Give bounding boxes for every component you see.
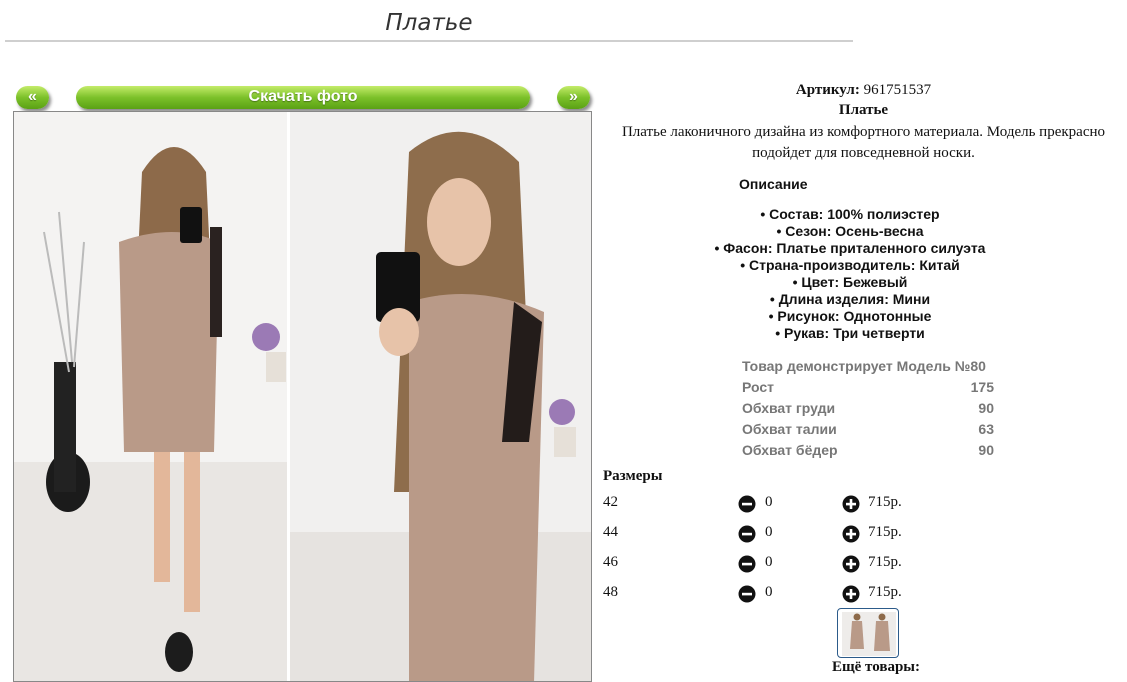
property-item: • Фасон: Платье приталенного силуэта xyxy=(714,240,986,256)
model-measurements: Товар демонстрирует Модель №80 Рост 175 … xyxy=(742,358,994,463)
model-row-label: Обхват груди xyxy=(742,400,836,416)
model-row-label: Рост xyxy=(742,379,774,395)
minus-circle-icon[interactable] xyxy=(738,555,756,573)
size-row: 44 0 715р. xyxy=(603,524,933,544)
product-photo[interactable] xyxy=(13,111,592,682)
property-item: • Длина изделия: Мини xyxy=(769,291,931,307)
product-name: Платье xyxy=(838,102,889,118)
model-row-label: Обхват талии xyxy=(742,421,837,437)
thumbnail-image xyxy=(842,612,896,656)
model-row-value: 175 xyxy=(970,379,994,395)
sizes-title: Размеры xyxy=(603,468,663,484)
property-item: • Рукав: Три четверти xyxy=(775,325,925,341)
price-value: 715р. xyxy=(868,584,902,600)
model-row-value: 63 xyxy=(978,421,994,437)
property-item: • Рисунок: Однотонные xyxy=(768,308,932,324)
model-row: Рост 175 xyxy=(742,379,994,400)
size-row: 42 0 715р. xyxy=(603,494,933,514)
plus-circle-icon[interactable] xyxy=(842,495,860,513)
properties-heading: Описание xyxy=(739,176,808,192)
product-description: Платье лаконичного дизайна из комфортног… xyxy=(621,124,1106,161)
model-row-value: 90 xyxy=(978,400,994,416)
quantity-value[interactable]: 0 xyxy=(765,554,773,571)
plus-circle-icon[interactable] xyxy=(842,525,860,543)
page-title: Платье xyxy=(5,8,853,42)
model-row: Обхват талии 63 xyxy=(742,421,994,442)
properties-list: • Состав: 100% полиэстер • Сезон: Осень-… xyxy=(630,206,1070,342)
minus-circle-icon[interactable] xyxy=(738,525,756,543)
more-goods-heading: Ещё товары: xyxy=(831,659,921,675)
article-value: 961751537 xyxy=(863,82,932,98)
quantity-value[interactable]: 0 xyxy=(765,524,773,541)
price-value: 715р. xyxy=(868,524,902,540)
model-heading: Товар демонстрирует Модель №80 xyxy=(742,358,986,374)
size-label: 42 xyxy=(603,494,618,510)
model-row-value: 90 xyxy=(978,442,994,458)
size-row: 46 0 715р. xyxy=(603,554,933,574)
prev-photo-button[interactable]: « xyxy=(16,86,49,109)
product-thumbnail[interactable] xyxy=(837,608,899,658)
quantity-value[interactable]: 0 xyxy=(765,494,773,511)
size-label: 44 xyxy=(603,524,618,540)
model-row: Обхват груди 90 xyxy=(742,400,994,421)
price-value: 715р. xyxy=(868,554,902,570)
article-label: Артикул: xyxy=(795,82,860,98)
property-item: • Сезон: Осень-весна xyxy=(776,223,924,239)
size-row: 48 0 715р. xyxy=(603,584,933,604)
size-label: 48 xyxy=(603,584,618,600)
property-item: • Состав: 100% полиэстер xyxy=(760,206,940,222)
product-photo-image xyxy=(14,112,591,681)
quantity-value[interactable]: 0 xyxy=(765,584,773,601)
next-photo-button[interactable]: » xyxy=(557,86,590,109)
model-row: Обхват бёдер 90 xyxy=(742,442,994,463)
property-item: • Страна-производитель: Китай xyxy=(740,257,960,273)
minus-circle-icon[interactable] xyxy=(738,585,756,603)
size-label: 46 xyxy=(603,554,618,570)
minus-circle-icon[interactable] xyxy=(738,495,756,513)
plus-circle-icon[interactable] xyxy=(842,585,860,603)
article-line: Артикул: 961751537 xyxy=(600,82,1127,99)
property-item: • Цвет: Бежевый xyxy=(792,274,908,290)
plus-circle-icon[interactable] xyxy=(842,555,860,573)
price-value: 715р. xyxy=(868,494,902,510)
download-photo-button[interactable]: Скачать фото xyxy=(76,86,530,109)
model-row-label: Обхват бёдер xyxy=(742,442,838,458)
